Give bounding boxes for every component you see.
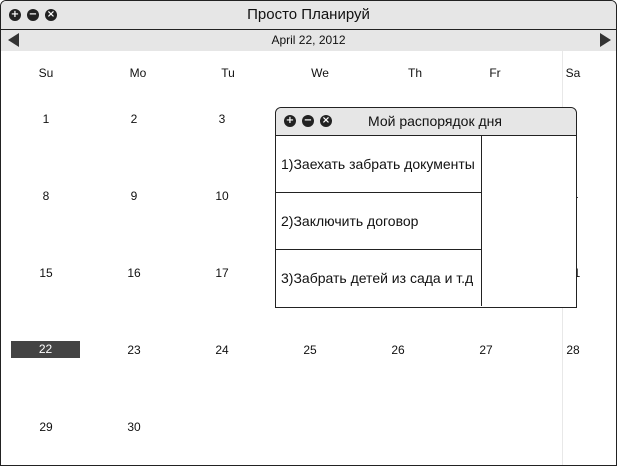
calendar-day-selected[interactable]: 22 <box>11 341 80 358</box>
popup-title: Мой распорядок дня <box>368 113 502 129</box>
calendar-day[interactable]: 3 <box>202 112 242 126</box>
calendar-day[interactable]: 27 <box>466 343 506 357</box>
weekday-sunday: Su <box>38 66 54 80</box>
calendar-day[interactable]: 30 <box>114 420 154 434</box>
next-arrow-icon[interactable] <box>600 33 611 47</box>
weekday-saturday: Sa <box>565 66 581 80</box>
popup-title-bar: + − × Мой распорядок дня <box>276 108 576 136</box>
calendar-day[interactable]: 8 <box>26 189 66 203</box>
task-item[interactable]: 1)Заехать забрать документы <box>276 136 482 193</box>
calendar-day[interactable]: 23 <box>114 343 154 357</box>
calendar-day[interactable]: 24 <box>202 343 242 357</box>
plus-icon: + <box>285 115 295 126</box>
calendar-day[interactable]: 26 <box>378 343 418 357</box>
calendar-day[interactable]: 16 <box>114 266 154 280</box>
weekday-monday: Mo <box>129 66 147 80</box>
weekday-friday: Fr <box>489 66 501 80</box>
daily-schedule-popup: + − × Мой распорядок дня 1)Заехать забра… <box>275 107 577 308</box>
current-date-label: April 22, 2012 <box>271 33 346 47</box>
calendar-day[interactable]: 1 <box>26 112 66 126</box>
calendar-day[interactable]: 17 <box>202 266 242 280</box>
window-title: Просто Планируй <box>247 6 370 23</box>
calendar-day[interactable]: 15 <box>26 266 66 280</box>
task-item[interactable]: 3)Забрать детей из сада и т.д <box>276 250 482 306</box>
weekday-wednesday: We <box>311 66 329 80</box>
calendar-day[interactable]: 29 <box>26 420 66 434</box>
main-window: + − × Просто Планируй April 22, 2012 Su … <box>0 0 617 466</box>
weekday-tuesday: Tu <box>221 66 235 80</box>
calendar-day[interactable]: 28 <box>553 343 593 357</box>
calendar-day[interactable]: 10 <box>202 189 242 203</box>
title-bar: + − × Просто Планируй <box>1 1 616 30</box>
date-navigation-bar: April 22, 2012 <box>1 30 616 51</box>
calendar-day[interactable]: 9 <box>114 189 154 203</box>
calendar-day[interactable]: 2 <box>114 112 154 126</box>
calendar-day[interactable]: 25 <box>290 343 330 357</box>
task-item[interactable]: 2)Заключить договор <box>276 193 482 250</box>
weekday-thursday: Th <box>407 66 422 80</box>
